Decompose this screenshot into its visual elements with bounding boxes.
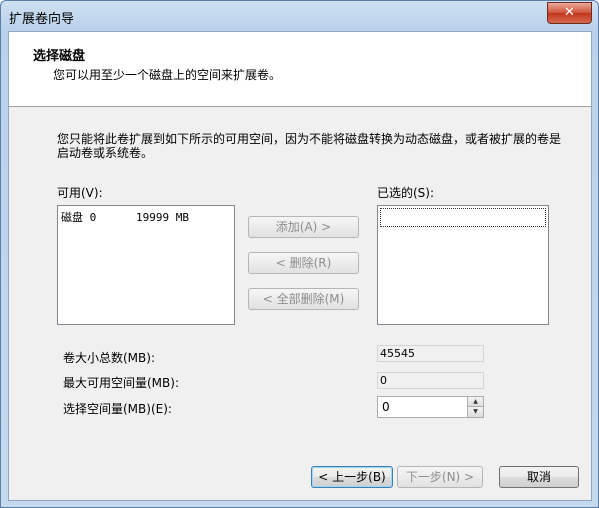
spin-up-icon[interactable]: ▲ <box>467 397 483 407</box>
wizard-window: 扩展卷向导 ✕ 选择磁盘 您可以用至少一个磁盘上的空间来扩展卷。 您只能将此卷扩… <box>0 0 599 508</box>
spin-down-icon[interactable]: ▼ <box>467 407 483 417</box>
spin-buttons: ▲ ▼ <box>467 397 483 417</box>
disk-name: 磁盘 0 <box>61 211 97 224</box>
list-item[interactable]: 磁盘 0 19999 MB <box>61 209 189 225</box>
focus-rectangle <box>380 208 546 227</box>
max-space-label: 最大可用空间量(MB): <box>63 376 179 390</box>
max-space-value: 0 <box>377 372 484 389</box>
selected-label: 已选的(S): <box>377 186 435 200</box>
title-bar[interactable]: 扩展卷向导 ✕ <box>1 1 598 31</box>
total-size-label: 卷大小总数(MB): <box>63 351 155 365</box>
select-space-stepper[interactable]: 0 ▲ ▼ <box>377 396 484 418</box>
selected-listbox[interactable] <box>377 205 549 325</box>
select-space-label: 选择空间量(MB)(E): <box>63 402 172 416</box>
remove-all-button[interactable]: < 全部删除(M) <box>248 288 359 310</box>
select-space-value: 0 <box>382 400 390 414</box>
page-title: 选择磁盘 <box>33 49 86 64</box>
close-icon[interactable]: ✕ <box>547 2 592 24</box>
wizard-header: 选择磁盘 您可以用至少一个磁盘上的空间来扩展卷。 <box>9 32 591 107</box>
total-size-value: 45545 <box>377 345 484 362</box>
remove-button[interactable]: < 删除(R) <box>248 252 359 274</box>
disk-size: 19999 MB <box>136 211 189 224</box>
available-label: 可用(V): <box>57 186 103 200</box>
page-subtitle: 您可以用至少一个磁盘上的空间来扩展卷。 <box>53 68 282 82</box>
cancel-button[interactable]: 取消 <box>499 466 579 488</box>
dialog-body: 选择磁盘 您可以用至少一个磁盘上的空间来扩展卷。 您只能将此卷扩展到如下所示的可… <box>8 31 592 501</box>
next-button[interactable]: 下一步(N) > <box>397 466 483 488</box>
available-listbox[interactable]: 磁盘 0 19999 MB <box>57 205 235 325</box>
description-text: 您只能将此卷扩展到如下所示的可用空间，因为不能将磁盘转换为动态磁盘，或者被扩展的… <box>57 132 562 160</box>
back-button[interactable]: < 上一步(B) <box>311 466 393 488</box>
add-button[interactable]: 添加(A) > <box>248 216 359 238</box>
window-title: 扩展卷向导 <box>9 12 75 27</box>
